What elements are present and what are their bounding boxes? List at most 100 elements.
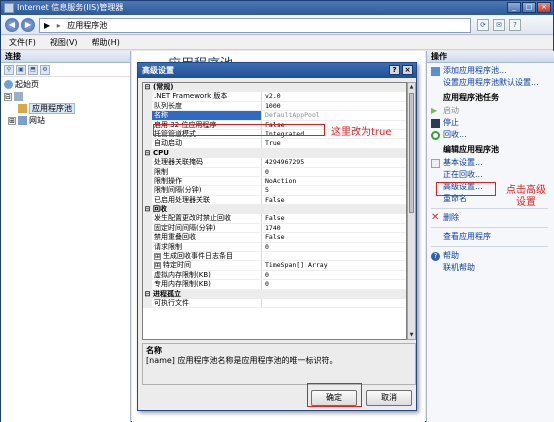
property-name: 专用内存限制(KB) <box>154 280 211 289</box>
property-row[interactable]: 虚拟内存限制(KB) 0 <box>143 270 406 281</box>
property-category[interactable]: ⊟ (常规) <box>143 83 406 93</box>
property-category[interactable]: ⊟ CPU <box>143 148 406 159</box>
menu-view[interactable]: 视图(V) <box>50 36 78 49</box>
tree-item-start-page[interactable]: 起始页 <box>4 79 130 91</box>
property-row[interactable]: 固定时间间隔(分钟) 1740 <box>143 223 406 234</box>
property-row[interactable]: 处理器关联掩码 4294967295 <box>143 158 406 168</box>
property-category[interactable]: ⊟ 进程孤立 <box>143 289 406 299</box>
property-value[interactable]: False <box>262 196 406 206</box>
row-gutter <box>143 139 152 149</box>
expand-icon[interactable]: ⊞ <box>154 252 161 260</box>
app-pool-icon <box>18 104 27 113</box>
set-pool-defaults-link[interactable]: 设置应用程序池默认设置... <box>431 77 554 89</box>
back-icon[interactable]: ◀ <box>5 18 19 32</box>
property-value[interactable]: 4294967295 <box>262 158 406 168</box>
property-row[interactable]: 名称 DefaultAppPool <box>143 111 406 121</box>
iis-app-icon <box>4 3 14 13</box>
tree-item-server[interactable]: ⊟ <box>4 91 130 103</box>
view-applications-link[interactable]: 查看应用程序 <box>431 231 554 243</box>
help-circle-icon: ? <box>431 252 440 261</box>
recycling-link[interactable]: 正在回收... <box>431 169 554 181</box>
property-row[interactable]: ⊞ 特定时间 TimeSpan[] Array <box>143 261 406 271</box>
property-row[interactable]: 自动启动 True <box>143 139 406 149</box>
property-value[interactable] <box>262 299 406 309</box>
property-value[interactable]: v2.0 <box>262 92 406 102</box>
add-app-pool-link[interactable]: 添加应用程序池... <box>431 65 554 77</box>
property-row[interactable]: 禁用重叠回收 False <box>143 233 406 243</box>
start-link[interactable]: ▶ 启动 <box>431 105 554 117</box>
delete-link[interactable]: ✕ 删除 <box>431 212 554 224</box>
property-name: 禁用重叠回收 <box>154 233 196 242</box>
menu-file[interactable]: 文件(F) <box>9 36 36 49</box>
property-category[interactable]: ⊟ 回收 <box>143 205 406 215</box>
property-value[interactable]: 0 <box>262 280 406 290</box>
recycle-link[interactable]: 回收... <box>431 129 554 141</box>
property-value[interactable]: 1740 <box>262 224 406 234</box>
help-link[interactable]: ? 帮助 <box>431 250 554 262</box>
close-button[interactable]: × <box>537 2 551 13</box>
property-row[interactable]: 请求限制 0 <box>143 242 406 253</box>
scroll-up-icon[interactable]: ▲ <box>408 83 415 91</box>
expand-icon[interactable]: ⊞ <box>154 261 161 269</box>
tree-item-app-pools[interactable]: 应用程序池 <box>4 103 130 115</box>
property-value[interactable]: NoAction <box>262 177 406 187</box>
add-pool-icon <box>431 67 440 76</box>
stop-link[interactable]: 停止 <box>431 117 554 129</box>
address-box[interactable]: ▶ ▸ 应用程序池 <box>39 18 471 33</box>
delete-icon: ✕ <box>431 212 440 223</box>
property-value[interactable]: 0 <box>262 168 406 177</box>
property-row[interactable]: 专用内存限制(KB) 0 <box>143 280 406 290</box>
forward-icon[interactable]: ▶ <box>21 18 35 32</box>
breadcrumb-app-pools[interactable]: 应用程序池 <box>67 21 107 30</box>
maximize-button[interactable]: □ <box>522 2 536 13</box>
property-grid[interactable]: ⊟ (常规) .NET Framework 版本 v2.0 队列长度 1000 名称 Defa… <box>142 82 407 340</box>
property-value[interactable]: 5 <box>262 186 406 196</box>
basic-settings-link[interactable]: 基本设置... <box>431 157 554 169</box>
refresh-icon[interactable]: ⟳ <box>477 19 489 31</box>
online-help-link[interactable]: 联机帮助 <box>431 262 554 274</box>
property-name: 队列长度 <box>154 101 182 110</box>
expand-icon[interactable]: ⊞ <box>8 116 16 125</box>
property-row[interactable]: 队列长度 1000 <box>143 101 406 112</box>
up-icon[interactable]: ⬒ <box>28 65 38 75</box>
property-value[interactable] <box>262 252 406 262</box>
tree-item-sites[interactable]: ⊞ 网站 <box>4 115 130 127</box>
property-value[interactable]: 0 <box>262 243 406 253</box>
disconnect-icon[interactable]: ⚙ <box>40 65 50 75</box>
property-row[interactable]: 发生配置更改时禁止回收 False <box>143 214 406 224</box>
property-row[interactable]: 可执行文件 <box>143 298 406 309</box>
property-row[interactable]: 限制 0 <box>143 167 406 177</box>
save-icon[interactable]: ▣ <box>16 65 26 75</box>
dialog-help-button[interactable]: ? <box>389 65 400 75</box>
property-grid-scrollbar[interactable]: ▲ ▼ <box>407 82 416 340</box>
category-toggle-icon[interactable]: ⊟ <box>143 83 152 93</box>
row-gutter <box>143 158 152 168</box>
minimize-button[interactable]: _ <box>507 2 521 13</box>
collapse-icon[interactable]: ⊟ <box>4 92 12 101</box>
mail-icon[interactable]: ✉ <box>493 19 505 31</box>
property-row[interactable]: .NET Framework 版本 v2.0 <box>143 92 406 102</box>
property-value[interactable]: True <box>262 139 406 149</box>
property-name: 发生配置更改时禁止回收 <box>154 214 231 223</box>
cancel-button[interactable]: 取消 <box>366 390 412 406</box>
category-toggle-icon[interactable]: ⊟ <box>143 148 152 159</box>
menu-help[interactable]: 帮助(H) <box>92 36 120 49</box>
property-row[interactable]: ⊞ 生成回收事件日志条目 <box>143 252 406 262</box>
property-row[interactable]: 已启用处理器关联 False <box>143 195 406 206</box>
category-toggle-icon[interactable]: ⊟ <box>143 205 152 215</box>
property-value[interactable]: 1000 <box>262 102 406 112</box>
property-value[interactable]: DefaultAppPool <box>262 111 406 121</box>
property-value[interactable]: 0 <box>262 271 406 281</box>
category-toggle-icon[interactable]: ⊟ <box>143 289 152 299</box>
property-value[interactable]: False <box>262 214 406 224</box>
property-value[interactable]: False <box>262 233 406 243</box>
scroll-thumb[interactable] <box>409 93 414 213</box>
connect-icon[interactable]: ⚲ <box>4 65 14 75</box>
property-value[interactable]: TimeSpan[] Array <box>262 261 406 271</box>
property-name: 限制间隔(分钟) <box>154 186 202 195</box>
help-icon[interactable]: ? <box>509 19 521 31</box>
property-row[interactable]: 限制操作 NoAction <box>143 176 406 187</box>
scroll-down-icon[interactable]: ▼ <box>408 331 415 339</box>
dialog-close-button[interactable]: × <box>402 65 413 75</box>
property-row[interactable]: 限制间隔(分钟) 5 <box>143 186 406 196</box>
